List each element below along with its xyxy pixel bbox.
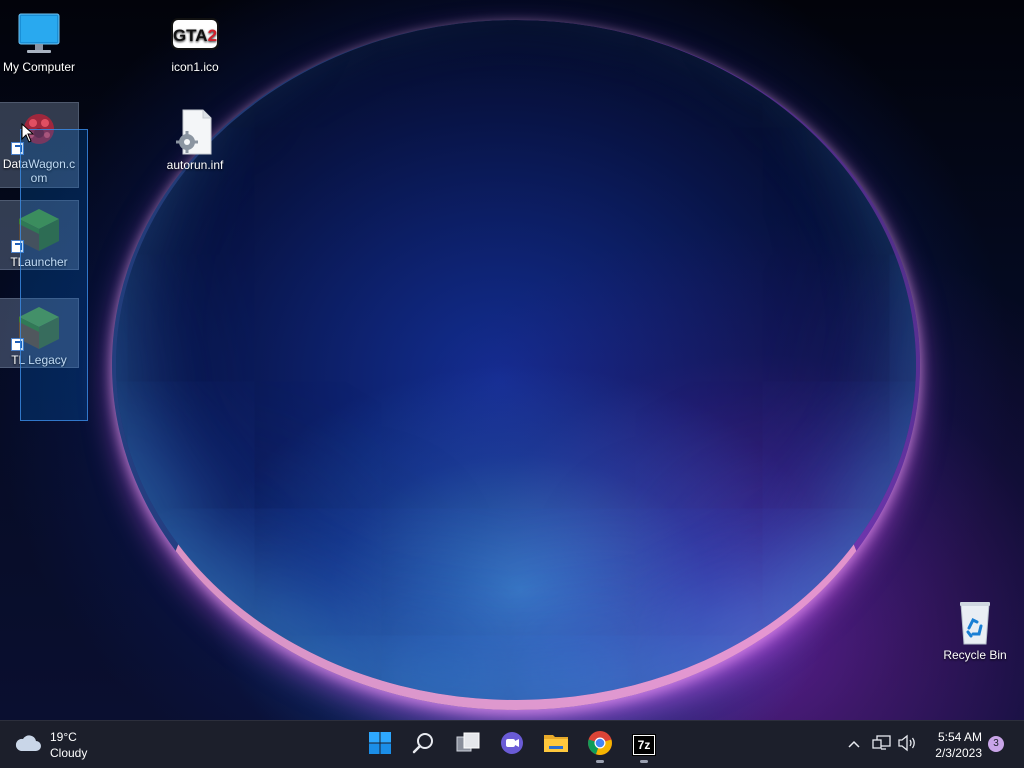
recycle-bin-icon	[951, 598, 999, 646]
desktop-icon-icon1[interactable]: GTA2 icon1.ico	[156, 6, 234, 74]
weather-widget[interactable]: 19°C Cloudy	[14, 727, 87, 763]
svg-text:GTA2: GTA2	[173, 26, 217, 45]
settings-file-icon	[171, 108, 219, 156]
search-icon	[412, 731, 436, 760]
task-view-button[interactable]	[448, 725, 488, 765]
taskbar: 19°C Cloudy 7z 5:54 AM 2/3/2023	[0, 720, 1024, 768]
desktop-icon-label: My Computer	[2, 60, 76, 74]
selection-rectangle	[20, 129, 88, 421]
chevron-up-icon	[847, 736, 861, 754]
desktop-icon-label: autorun.inf	[166, 158, 224, 172]
clock[interactable]: 5:54 AM 2/3/2023	[930, 729, 982, 761]
teams-chat-icon	[499, 730, 525, 761]
mouse-cursor-icon	[21, 122, 35, 143]
desktop-icon-my-computer[interactable]: My Computer	[0, 6, 78, 74]
weather-temperature: 19°C	[50, 730, 77, 744]
start-button[interactable]	[360, 725, 400, 765]
show-hidden-icons-button[interactable]	[842, 725, 866, 765]
7zip-button[interactable]: 7z	[624, 725, 664, 765]
volume-icon	[897, 734, 917, 757]
chrome-icon	[587, 730, 613, 761]
gta2-logo-icon: GTA2	[171, 10, 219, 58]
search-button[interactable]	[404, 725, 444, 765]
chrome-button[interactable]	[580, 725, 620, 765]
volume-button[interactable]	[895, 725, 919, 765]
running-indicator	[640, 760, 648, 763]
task-view-icon	[455, 731, 481, 760]
clock-date: 2/3/2023	[935, 746, 982, 760]
running-indicator	[596, 760, 604, 763]
desktop[interactable]: My Computer GTA2 icon1.ico DataWagon.com	[0, 0, 1024, 720]
monitor-icon	[15, 10, 63, 58]
desktop-icon-label: Recycle Bin	[943, 648, 1007, 662]
desktop-icon-autorun[interactable]: autorun.inf	[156, 104, 234, 172]
chat-button[interactable]	[492, 725, 532, 765]
file-explorer-button[interactable]	[536, 725, 576, 765]
folder-icon	[543, 731, 569, 760]
network-icon	[872, 734, 892, 757]
notification-badge[interactable]: 3	[988, 736, 1004, 752]
desktop-icon-recycle-bin[interactable]: Recycle Bin	[936, 594, 1014, 662]
windows-logo-icon	[368, 731, 392, 760]
desktop-icon-label: icon1.ico	[171, 60, 219, 74]
cloud-icon	[14, 733, 42, 758]
clock-time: 5:54 AM	[937, 730, 982, 744]
7zip-label: 7z	[634, 736, 654, 754]
7zip-icon: 7z	[632, 734, 656, 756]
weather-condition: Cloudy	[50, 746, 88, 760]
network-button[interactable]	[870, 725, 894, 765]
